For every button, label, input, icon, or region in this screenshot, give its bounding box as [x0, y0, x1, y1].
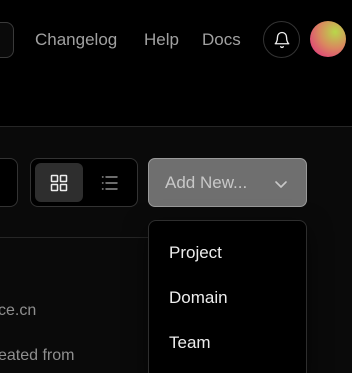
- menu-item-domain[interactable]: Domain: [149, 278, 306, 318]
- project-description-text: eated from: [0, 347, 75, 364]
- nav-link-docs[interactable]: Docs: [202, 29, 241, 51]
- list-view-button[interactable]: [86, 163, 134, 202]
- view-toggle: [30, 158, 138, 207]
- project-domain-text: ce.cn: [0, 302, 37, 319]
- notifications-button[interactable]: [263, 21, 300, 58]
- menu-item-team[interactable]: Team: [149, 323, 306, 363]
- grid-view-icon: [50, 174, 68, 191]
- dashboard-view: Changelog Help Docs Add New... ce.cn eat…: [0, 0, 352, 373]
- user-avatar[interactable]: [310, 21, 346, 57]
- bell-icon: [274, 31, 289, 48]
- filter-input[interactable]: [0, 158, 18, 207]
- add-new-label: Add New...: [165, 172, 248, 192]
- add-new-button[interactable]: Add New...: [148, 158, 307, 207]
- nav-link-changelog[interactable]: Changelog: [35, 29, 117, 51]
- add-new-menu: Project Domain Team: [148, 220, 307, 373]
- menu-item-project[interactable]: Project: [149, 233, 306, 273]
- grid-view-button[interactable]: [35, 163, 83, 202]
- nav-link-help[interactable]: Help: [144, 29, 179, 51]
- section-divider: [0, 237, 150, 238]
- list-view-icon: [101, 175, 118, 190]
- chevron-down-icon: [275, 181, 287, 188]
- top-navigation-bar: Changelog Help Docs: [0, 0, 352, 126]
- search-box[interactable]: [0, 22, 14, 58]
